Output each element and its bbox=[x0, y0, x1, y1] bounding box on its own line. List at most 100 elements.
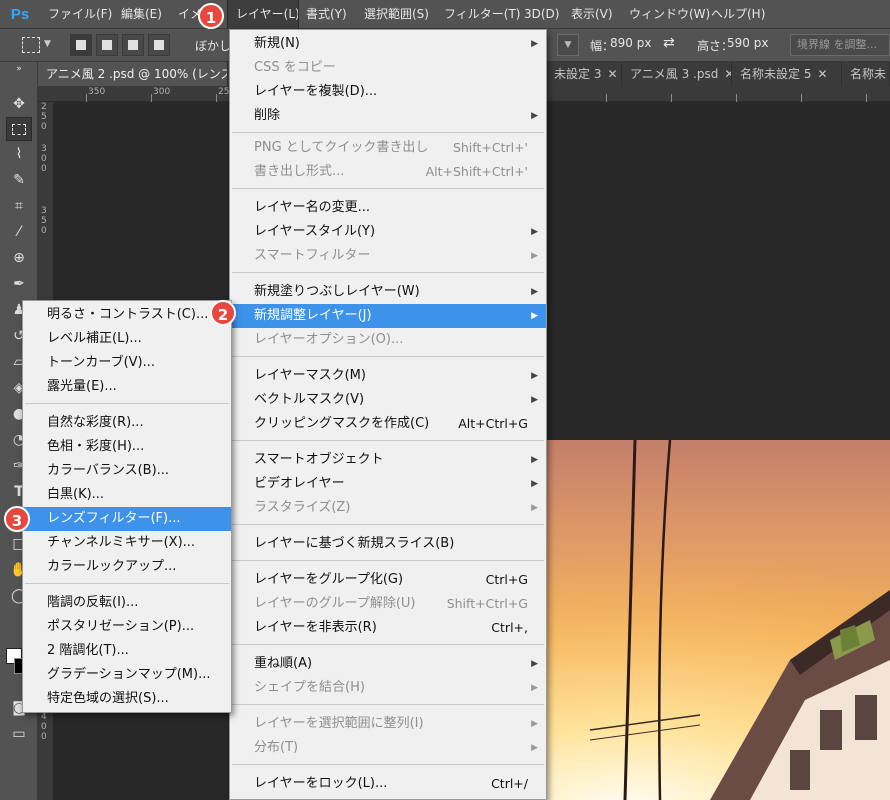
menu-item-duplicate[interactable]: レイヤーを複製(D)... bbox=[230, 80, 546, 104]
submenu-item-selective-color[interactable]: 特定色域の選択(S)... bbox=[23, 687, 231, 711]
menu-view[interactable]: 表示(V) bbox=[563, 0, 621, 29]
submenu-item-threshold[interactable]: 2 階調化(T)... bbox=[23, 639, 231, 663]
menu-item-label: レンズフィルター(F)... bbox=[47, 511, 181, 526]
menu-item-label: レイヤーを選択範囲に整列(I) bbox=[254, 716, 424, 731]
menu-item-rename[interactable]: レイヤー名の変更... bbox=[230, 196, 546, 220]
healing-brush-icon[interactable]: ⊕ bbox=[6, 246, 32, 270]
ruler-label: 300 bbox=[153, 87, 171, 97]
menu-type[interactable]: 書式(Y) bbox=[298, 0, 356, 29]
doc-tab[interactable]: 名称未設定 5 ✕ bbox=[732, 62, 842, 86]
submenu-item-invert[interactable]: 階調の反転(I)... bbox=[23, 591, 231, 615]
lasso-tool-icon[interactable]: ⌇ bbox=[6, 142, 32, 166]
submenu-item-gradient-map[interactable]: グラデーションマップ(M)... bbox=[23, 663, 231, 687]
menu-item-hide-layers[interactable]: レイヤーを非表示(R) Ctrl+, bbox=[230, 616, 546, 640]
quick-select-icon[interactable]: ✎ bbox=[6, 168, 32, 192]
submenu-item-hue-saturation[interactable]: 色相・彩度(H)... bbox=[23, 435, 231, 459]
new-selection-button[interactable] bbox=[70, 34, 92, 56]
close-icon[interactable]: ✕ bbox=[607, 67, 617, 81]
ruler-label: 0 bbox=[41, 154, 47, 164]
menu-select[interactable]: 選択範囲(S) bbox=[356, 0, 436, 29]
menu-item-label: 削除 bbox=[254, 108, 281, 123]
shortcut-label: Alt+Ctrl+G bbox=[458, 416, 528, 431]
menu-item-label: ラスタライズ(Z) bbox=[254, 500, 351, 515]
menu-3d[interactable]: 3D(D) bbox=[516, 0, 563, 29]
menu-help[interactable]: ヘルプ(H) bbox=[703, 0, 773, 29]
menu-file[interactable]: ファイル(F) bbox=[40, 0, 113, 29]
submenu-item-brightness-contrast[interactable]: 明るさ・コントラスト(C)... bbox=[23, 303, 231, 327]
separator bbox=[232, 356, 544, 357]
intersect-selection-button[interactable] bbox=[148, 34, 170, 56]
submenu-item-vibrance[interactable]: 自然な彩度(R)... bbox=[23, 411, 231, 435]
menu-item-label: グラデーションマップ(M)... bbox=[47, 667, 211, 682]
doc-tab[interactable]: 名称未 bbox=[842, 62, 890, 86]
separator bbox=[232, 764, 544, 765]
move-tool-icon[interactable]: ✥ bbox=[6, 92, 32, 116]
doc-tab-active[interactable]: アニメ風 2 .psd @ 100% (レンズフィ bbox=[38, 62, 228, 86]
crop-tool-icon[interactable]: ⌗ bbox=[6, 194, 32, 218]
brush-tool-icon[interactable]: ✒ bbox=[6, 272, 32, 296]
submenu-item-curves[interactable]: トーンカーブ(V)... bbox=[23, 351, 231, 375]
menu-edit[interactable]: 編集(E) bbox=[113, 0, 170, 29]
menu-item-group-layers[interactable]: レイヤーをグループ化(G) Ctrl+G bbox=[230, 568, 546, 592]
menu-item-lock-layers[interactable]: レイヤーをロック(L)... Ctrl+/ bbox=[230, 772, 546, 796]
menu-item-vector-mask[interactable]: ベクトルマスク(V) ▶ bbox=[230, 388, 546, 412]
menu-item-label: 自然な彩度(R)... bbox=[47, 415, 144, 430]
menu-item-smart-object[interactable]: スマートオブジェクト ▶ bbox=[230, 448, 546, 472]
menu-window[interactable]: ウィンドウ(W) bbox=[621, 0, 710, 29]
menu-item-new-adjustment-layer[interactable]: 新規調整レイヤー(J) ▶ bbox=[230, 304, 546, 328]
doc-tab[interactable]: アニメ風 3 .psd ✕ bbox=[622, 62, 732, 86]
menu-item-layer-style[interactable]: レイヤースタイル(Y) ▶ bbox=[230, 220, 546, 244]
menu-item-label: レイヤーをグループ化(G) bbox=[254, 572, 404, 587]
menu-item-clipping-mask[interactable]: クリッピングマスクを作成(C) Alt+Ctrl+G bbox=[230, 412, 546, 436]
close-icon[interactable]: ✕ bbox=[817, 67, 827, 81]
submenu-item-color-balance[interactable]: カラーバランス(B)... bbox=[23, 459, 231, 483]
separator bbox=[232, 188, 544, 189]
submenu-arrow-icon: ▶ bbox=[531, 311, 538, 321]
eyedropper-icon[interactable]: ⁄ bbox=[6, 220, 32, 244]
subtract-selection-button[interactable] bbox=[122, 34, 144, 56]
menu-item-new-slice[interactable]: レイヤーに基づく新規スライス(B) bbox=[230, 532, 546, 556]
submenu-item-posterize[interactable]: ポスタリゼーション(P)... bbox=[23, 615, 231, 639]
submenu-arrow-icon: ▶ bbox=[531, 227, 538, 237]
menu-item-layer-mask[interactable]: レイヤーマスク(M) ▶ bbox=[230, 364, 546, 388]
submenu-arrow-icon: ▶ bbox=[531, 251, 538, 261]
menu-bar: Ps ファイル(F) 編集(E) イメー レイヤー(L) 書式(Y) 選択範囲(… bbox=[0, 0, 890, 30]
marquee-preset-icon[interactable] bbox=[22, 37, 40, 53]
height-field[interactable]: 590 px bbox=[727, 36, 768, 50]
submenu-item-levels[interactable]: レベル補正(L)... bbox=[23, 327, 231, 351]
doc-tab-label: 名称未設定 5 bbox=[740, 67, 812, 81]
add-selection-button[interactable] bbox=[96, 34, 118, 56]
separator bbox=[25, 403, 229, 404]
menu-item-label: カラールックアップ... bbox=[47, 559, 177, 574]
style-dropdown[interactable]: ▼ bbox=[557, 34, 579, 56]
menu-item-layer-options: レイヤーオプション(O)... bbox=[230, 328, 546, 352]
collapse-icon[interactable]: » bbox=[6, 64, 32, 74]
menu-item-new-fill-layer[interactable]: 新規塗りつぶしレイヤー(W) ▶ bbox=[230, 280, 546, 304]
doc-tab[interactable]: 未設定 3 ✕ bbox=[546, 62, 622, 86]
menu-filter[interactable]: フィルター(T) bbox=[436, 0, 520, 29]
submenu-item-channel-mixer[interactable]: チャンネルミキサー(X)... bbox=[23, 531, 231, 555]
refine-edge-button[interactable]: 境界線 を調整... bbox=[790, 34, 890, 56]
chevron-down-icon[interactable]: ▼ bbox=[44, 39, 62, 55]
submenu-arrow-icon: ▶ bbox=[531, 719, 538, 729]
layer-menu: 新規(N) ▶ CSS をコピー レイヤーを複製(D)... 削除 ▶ PNG とし… bbox=[229, 29, 547, 800]
ruler-label: 0 bbox=[41, 722, 47, 732]
close-icon[interactable]: ✕ bbox=[724, 67, 731, 81]
screen-mode-icon[interactable]: ▭ bbox=[6, 722, 32, 746]
submenu-item-black-white[interactable]: 白黒(K)... bbox=[23, 483, 231, 507]
menu-item-delete[interactable]: 削除 ▶ bbox=[230, 104, 546, 128]
width-field[interactable]: 890 px bbox=[610, 36, 651, 50]
submenu-item-exposure[interactable]: 露光量(E)... bbox=[23, 375, 231, 399]
menu-item-label: レイヤーに基づく新規スライス(B) bbox=[254, 536, 455, 551]
submenu-item-color-lookup[interactable]: カラールックアップ... bbox=[23, 555, 231, 579]
menu-item-label: 明るさ・コントラスト(C)... bbox=[47, 307, 209, 322]
submenu-item-photo-filter[interactable]: レンズフィルター(F)... bbox=[23, 507, 231, 531]
menu-item-export-as: 書き出し形式... Alt+Shift+Ctrl+' bbox=[230, 160, 546, 184]
menu-item-new[interactable]: 新規(N) ▶ bbox=[230, 32, 546, 56]
menu-layer[interactable]: レイヤー(L) bbox=[227, 0, 300, 30]
menu-item-video-layer[interactable]: ビデオレイヤー ▶ bbox=[230, 472, 546, 496]
swap-icon[interactable]: ⇄ bbox=[663, 35, 675, 51]
marquee-tool-icon[interactable] bbox=[6, 117, 32, 141]
menu-item-arrange[interactable]: 重ね順(A) ▶ bbox=[230, 652, 546, 676]
menu-item-label: ベクトルマスク(V) bbox=[254, 392, 365, 407]
